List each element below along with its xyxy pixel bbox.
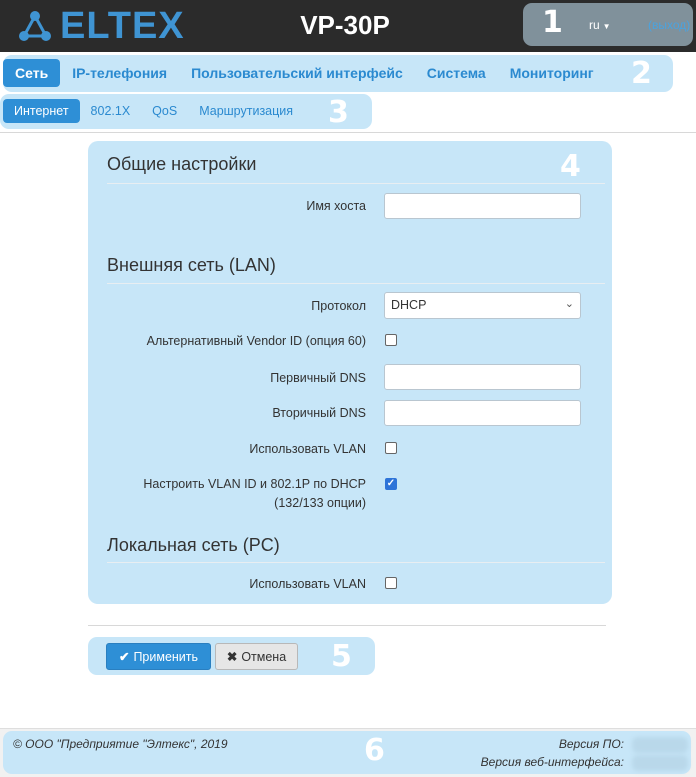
- eltex-logo: ELTEX: [16, 4, 196, 47]
- divider: [88, 625, 606, 626]
- section-lan-title: Локальная сеть (PC): [107, 535, 280, 555]
- dhcp-vlan-label: Настроить VLAN ID и 802.1P по DHCP: [143, 477, 366, 491]
- check-icon: ✓: [386, 478, 396, 489]
- marker-3: 3: [328, 95, 349, 130]
- subtab-routing[interactable]: Маршрутизация: [188, 99, 304, 123]
- protocol-select[interactable]: DHCP ⌄: [384, 292, 581, 319]
- web-version-value: [632, 755, 688, 771]
- logo-icon: [19, 11, 51, 41]
- use-vlan-label: Использовать VLAN: [249, 442, 366, 456]
- web-version-label: Версия веб-интерфейса:: [480, 755, 624, 769]
- section-divider: [107, 183, 605, 184]
- dhcp-vlan-label-options: (132/133 опции): [274, 496, 366, 510]
- chevron-down-icon: ⌄: [564, 298, 574, 310]
- alt-vendor-checkbox[interactable]: [385, 334, 397, 346]
- logo-text: ELTEX: [60, 4, 185, 47]
- marker-4: 4: [560, 149, 581, 184]
- marker-5: 5: [331, 639, 352, 674]
- protocol-label: Протокол: [311, 299, 366, 313]
- dhcp-vlan-checkbox[interactable]: ✓: [385, 478, 397, 490]
- hostname-label: Имя хоста: [306, 199, 366, 213]
- main-nav: Сеть IP-телефония Пользовательский интер…: [3, 58, 606, 88]
- close-icon: ✖: [226, 650, 238, 664]
- marker-2: 2: [631, 56, 652, 91]
- subtab-8021x[interactable]: 802.1X: [80, 99, 142, 123]
- hostname-input[interactable]: [384, 193, 581, 219]
- alt-vendor-label: Альтернативный Vendor ID (опция 60): [146, 334, 366, 348]
- lan-use-vlan-label: Использовать VLAN: [249, 577, 366, 591]
- dns2-input[interactable]: [384, 400, 581, 426]
- caret-down-icon: ▼: [602, 22, 611, 31]
- section-wan-title: Внешняя сеть (LAN): [107, 255, 276, 275]
- tab-ip-telephony[interactable]: IP-телефония: [60, 59, 179, 87]
- device-title: VP-30P: [300, 10, 390, 40]
- tab-monitoring[interactable]: Мониторинг: [498, 59, 606, 87]
- logout-link[interactable]: (выход): [648, 18, 690, 32]
- sub-nav: Интернет 802.1X QoS Маршрутизация: [3, 97, 304, 125]
- firmware-version-value: [632, 737, 688, 753]
- subtab-qos[interactable]: QoS: [141, 99, 188, 123]
- cancel-button[interactable]: ✖ Отмена: [215, 643, 298, 670]
- use-vlan-checkbox[interactable]: [385, 442, 397, 454]
- tab-system[interactable]: Система: [415, 59, 498, 87]
- firmware-version-label: Версия ПО:: [558, 737, 624, 751]
- lan-use-vlan-checkbox[interactable]: [385, 577, 397, 589]
- section-divider: [107, 283, 605, 284]
- tab-user-interface[interactable]: Пользовательский интерфейс: [179, 59, 415, 87]
- dns1-label: Первичный DNS: [270, 371, 366, 385]
- tab-network[interactable]: Сеть: [3, 59, 61, 87]
- apply-button[interactable]: ✔ Применить: [106, 643, 211, 670]
- divider: [0, 132, 696, 133]
- dns1-input[interactable]: [384, 364, 581, 390]
- subtab-internet[interactable]: Интернет: [3, 99, 80, 123]
- marker-6: 6: [364, 733, 385, 768]
- check-icon: ✔: [118, 650, 130, 664]
- language-select[interactable]: ru ▼: [589, 18, 611, 32]
- copyright: © ООО "Предприятие "Элтекс", 2019: [13, 737, 228, 751]
- section-divider: [107, 562, 605, 563]
- dns2-label: Вторичный DNS: [272, 406, 366, 420]
- section-general-title: Общие настройки: [107, 154, 257, 174]
- marker-1: 1: [542, 5, 563, 40]
